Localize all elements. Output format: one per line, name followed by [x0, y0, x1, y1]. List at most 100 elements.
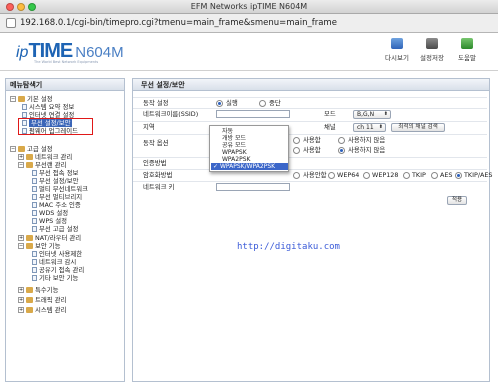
- collapse-icon: −: [18, 162, 24, 168]
- folder-icon: [26, 154, 33, 160]
- option2-off-radio[interactable]: [338, 147, 345, 154]
- page-icon: [32, 178, 37, 184]
- tree-item-network-monitor[interactable]: 네트워크 감시: [32, 258, 76, 266]
- encryption-row: 암호화방법 사용안함 WEP64 WEP128 TKIP AES TKIP/AE…: [133, 169, 492, 180]
- url-field[interactable]: 192.168.0.1/cgi-bin/timepro.cgi?tmenu=ma…: [20, 18, 337, 28]
- page-icon: [32, 218, 37, 224]
- tree-group-basic[interactable]: − 기본 설정: [10, 95, 53, 103]
- select-arrow-icon: ⬍: [383, 111, 388, 117]
- window-titlebar: EFM Networks ipTIME N604M: [0, 0, 498, 14]
- network-key-label: 네트워크 키: [143, 183, 175, 191]
- option1-on-radio[interactable]: [293, 137, 300, 144]
- tree-folder-security[interactable]: − 보안 기능: [18, 242, 61, 250]
- ssid-input[interactable]: [216, 110, 290, 118]
- save-settings-button[interactable]: 설정저장: [417, 38, 447, 66]
- tree-item-multi-bridge[interactable]: 무선 멀티브리지: [32, 193, 82, 201]
- tree-folder-nat-router[interactable]: + NAT/라우터 관리: [18, 234, 81, 242]
- page-icon: [32, 267, 37, 273]
- folder-icon: [26, 162, 33, 168]
- tree-item-other-security[interactable]: 기타 보안 기능: [32, 274, 78, 282]
- mode-select[interactable]: B,G,N ⬍: [353, 110, 391, 119]
- enc-tkip-aes-label: TKIP/AES: [464, 171, 493, 179]
- network-key-input[interactable]: [216, 183, 290, 191]
- operation-option-label: 동작 옵션: [143, 139, 169, 147]
- auth-method-dropdown[interactable]: 자동 개방 모드 공유 모드 WPAPSK WPA2PSK ✓ WPAPSK/W…: [209, 125, 289, 172]
- tree-folder-special[interactable]: + 특수기능: [18, 286, 59, 294]
- select-arrow-icon: ⬍: [378, 124, 383, 130]
- refresh-icon: [391, 38, 403, 49]
- encryption-label: 암호화방법: [143, 171, 173, 179]
- help-button-label: 도움말: [458, 54, 476, 62]
- folder-icon: [26, 297, 33, 303]
- panel-title: 무선 설정/보안: [133, 79, 489, 91]
- auth-option-wpapsk-wpa2psk[interactable]: ✓ WPAPSK/WPA2PSK: [211, 163, 288, 170]
- enc-tkip-aes-radio[interactable]: [455, 172, 462, 179]
- logo-time-text: TIME: [28, 40, 73, 62]
- highlight-annotation-box: [18, 118, 93, 135]
- channel-select[interactable]: ch 11 ⬍: [353, 123, 386, 132]
- enc-wep64-radio[interactable]: [328, 172, 335, 179]
- enc-aes-label: AES: [440, 171, 453, 179]
- option1-off-radio[interactable]: [338, 137, 345, 144]
- tree-item-wireless-security[interactable]: 무선 설정/보안: [32, 177, 78, 185]
- help-button[interactable]: 도움말: [452, 38, 482, 66]
- region-row: 지역 채널 ch 11 ⬍ 최적의 채널 검색: [133, 121, 487, 132]
- enc-none-radio[interactable]: [293, 172, 300, 179]
- tree-folder-traffic[interactable]: + 트래픽 관리: [18, 296, 66, 304]
- page-icon: [32, 251, 37, 257]
- auth-option-open[interactable]: 개방 모드: [222, 135, 246, 142]
- expand-icon: +: [18, 154, 24, 160]
- collapse-icon: −: [10, 146, 16, 152]
- tree-item-wireless-info[interactable]: 무선 접속 정보: [32, 169, 78, 177]
- mode-label: 모드: [324, 110, 336, 118]
- enc-wep128-radio[interactable]: [363, 172, 370, 179]
- expand-icon: +: [18, 287, 24, 293]
- option2-on-radio[interactable]: [293, 147, 300, 154]
- folder-icon: [26, 235, 33, 241]
- tree-item-wds[interactable]: WDS 설정: [32, 209, 68, 217]
- option2-on-label: 사용함: [303, 146, 321, 154]
- enc-tkip-label: TKIP: [412, 171, 426, 179]
- refresh-button[interactable]: 다시보기: [382, 38, 412, 66]
- operation-run-radio[interactable]: [216, 100, 223, 107]
- auth-option-wpa2psk[interactable]: WPA2PSK: [222, 156, 250, 163]
- tree-item-system-summary[interactable]: 시스템 요약 정보: [22, 103, 74, 111]
- operation-option-row: 동작 옵션 사용함 사용하지 않음 사용함 사용하지 않음: [133, 134, 487, 156]
- tree-item-mac-auth[interactable]: MAC 주소 인증: [32, 201, 81, 209]
- router-header: ipTIME N604M The World Best Network Equip…: [0, 33, 498, 71]
- save-settings-label: 설정저장: [420, 54, 444, 62]
- tree-group-advanced[interactable]: − 고급 설정: [10, 145, 53, 153]
- tree-folder-network[interactable]: + 네트워크 관리: [18, 153, 72, 161]
- auth-option-auto[interactable]: 자동: [222, 128, 233, 135]
- tree-folder-wireless[interactable]: − 무선랜 관리: [18, 161, 66, 169]
- page-icon: [32, 259, 37, 265]
- page-icon: [32, 202, 37, 208]
- enc-tkip-radio[interactable]: [403, 172, 410, 179]
- tree-item-wps[interactable]: WPS 설정: [32, 217, 67, 225]
- tree-item-multi-ssid[interactable]: 멀티 무선네트워크: [32, 185, 88, 193]
- window-title: EFM Networks ipTIME N604M: [190, 2, 308, 11]
- tree-item-internet-restriction[interactable]: 인터넷 사용제한: [32, 250, 82, 258]
- enc-wep64-label: WEP64: [337, 171, 360, 179]
- tree-folder-system[interactable]: + 시스템 관리: [18, 306, 66, 314]
- network-key-row: 네트워크 키: [133, 181, 487, 192]
- auth-option-shared[interactable]: 공유 모드: [222, 142, 246, 149]
- auth-label: 인증방법: [143, 159, 167, 167]
- page-icon: [32, 275, 37, 281]
- refresh-button-label: 다시보기: [385, 54, 409, 62]
- address-bar: 192.168.0.1/cgi-bin/timepro.cgi?tmenu=ma…: [0, 14, 498, 33]
- expand-icon: +: [18, 235, 24, 241]
- page-icon: [22, 104, 27, 110]
- folder-icon: [26, 307, 33, 313]
- enc-aes-radio[interactable]: [431, 172, 438, 179]
- auth-option-wpapsk[interactable]: WPAPSK: [222, 149, 247, 156]
- page-icon: [32, 194, 37, 200]
- tree-item-wireless-advanced[interactable]: 무선 고급 설정: [32, 225, 78, 233]
- expand-icon: +: [18, 297, 24, 303]
- tree-item-router-access[interactable]: 공유기 접속 관리: [32, 266, 84, 274]
- operation-stop-radio[interactable]: [259, 100, 266, 107]
- apply-button[interactable]: 적용: [447, 196, 467, 205]
- folder-icon: [26, 243, 33, 249]
- best-channel-search-button[interactable]: 최적의 채널 검색: [391, 123, 445, 132]
- menu-explorer-title: 메뉴탐색기: [6, 79, 124, 91]
